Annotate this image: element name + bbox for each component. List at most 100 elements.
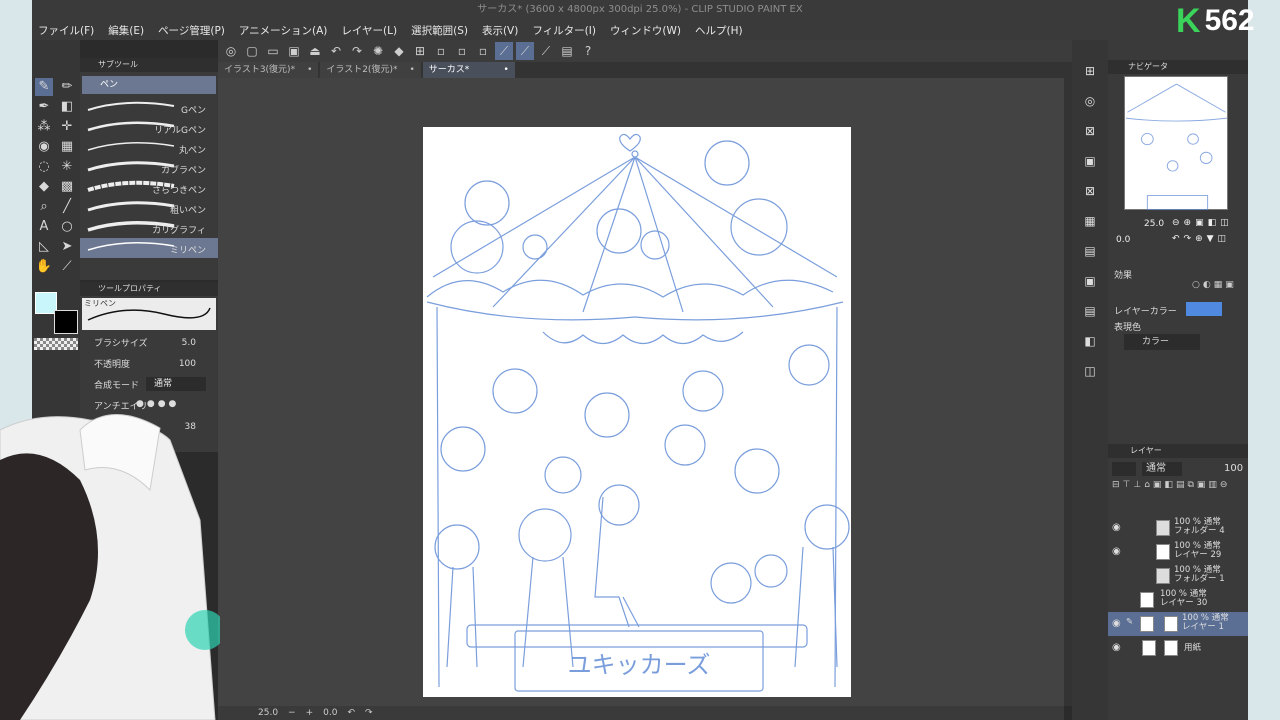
angle-value[interactable]: 0.0	[323, 708, 337, 718]
brush-rough-pen[interactable]: さらつきペン	[80, 178, 218, 198]
sub-color-swatch[interactable]	[54, 310, 78, 334]
eye-icon[interactable]: ◉	[1112, 618, 1121, 629]
tab-illust3[interactable]: イラスト3(復元)* •	[218, 62, 319, 78]
export-icon[interactable]: ⏏	[306, 42, 324, 60]
layer-tool-icons[interactable]: ⊟⊤⊥⌂▣◧▤⧉▣▥⊖	[1112, 480, 1230, 490]
zoom-tool-icon[interactable]: ⌕	[35, 198, 53, 216]
material-icon[interactable]: ▤	[1081, 242, 1099, 260]
operation-tool-icon[interactable]: ➤	[58, 238, 76, 256]
tab-illust2[interactable]: イラスト2(復元)* •	[320, 62, 421, 78]
color-slider-icon[interactable]: ◎	[1081, 92, 1099, 110]
subtool-group-pen[interactable]: ペン	[82, 76, 216, 94]
fill-icon[interactable]: ◆	[390, 42, 408, 60]
zoom-in-icon[interactable]: +	[306, 708, 314, 718]
redo-icon[interactable]: ↷	[348, 42, 366, 60]
close-icon[interactable]: •	[409, 62, 414, 78]
layer-row-selected[interactable]: ◉ ✎ 100 % 通常 レイヤー 1	[1108, 612, 1248, 636]
gradient-tool-icon[interactable]: ▩	[58, 178, 76, 196]
navigator-zoom-controls[interactable]: ⊖⊕▣◧◫	[1172, 218, 1233, 228]
hand-tool-icon[interactable]: ✋	[35, 258, 53, 276]
menu-selection[interactable]: 選択範囲(S)	[411, 23, 468, 38]
canvas-area[interactable]: ユキッカーズ	[218, 78, 1064, 706]
pencil-tool-icon[interactable]: ✏	[58, 78, 76, 96]
layer-row[interactable]: ◉ 100 % 通常 フォルダー 4	[1108, 516, 1248, 540]
snap-ruler-icon[interactable]: ⟋	[495, 42, 513, 60]
approximate-color-icon[interactable]: ⊠	[1081, 182, 1099, 200]
layer-opacity-value[interactable]: 100	[1224, 463, 1243, 474]
layer-row[interactable]: 100 % 通常 レイヤー 30	[1108, 588, 1248, 612]
pen-tool-icon[interactable]: ✎	[35, 78, 53, 96]
grid-tool-icon[interactable]: ▦	[58, 138, 76, 156]
decoration-tool-icon[interactable]: ⁂	[35, 118, 53, 136]
auto-select-icon[interactable]: ✳	[58, 158, 76, 176]
open-folder-icon[interactable]: ▭	[264, 42, 282, 60]
eye-icon[interactable]: ◉	[1112, 522, 1121, 533]
brush-size-row[interactable]: ブラシサイズ 5.0	[80, 332, 218, 353]
layer-lock-select[interactable]	[1112, 462, 1136, 476]
brush-coarse-pen[interactable]: 粗いペン	[80, 198, 218, 218]
menu-edit[interactable]: 編集(E)	[108, 23, 144, 38]
menu-page[interactable]: ページ管理(P)	[158, 23, 225, 38]
layer-search-icon[interactable]: ◫	[1081, 362, 1099, 380]
navigator-thumbnail[interactable]	[1124, 76, 1228, 211]
lasso-tool-icon[interactable]: ◌	[35, 158, 53, 176]
brush-milli-pen[interactable]: ミリペン	[80, 238, 218, 258]
frame-tool-icon[interactable]: ◺	[35, 238, 53, 256]
layer-blend-select[interactable]: 通常	[1142, 462, 1182, 476]
layer-row[interactable]: 100 % 通常 フォルダー 1	[1108, 564, 1248, 588]
auto-action-icon[interactable]: ◧	[1081, 332, 1099, 350]
menu-layer[interactable]: レイヤー(L)	[341, 23, 397, 38]
menu-view[interactable]: 表示(V)	[482, 23, 518, 38]
close-icon[interactable]: •	[307, 62, 312, 78]
menu-window[interactable]: ウィンドウ(W)	[610, 23, 681, 38]
brush-size-value[interactable]: 5.0	[182, 338, 196, 348]
color-set-icon[interactable]: ⊠	[1081, 122, 1099, 140]
menu-filter[interactable]: フィルター(I)	[532, 23, 596, 38]
loading-icon[interactable]: ✺	[369, 42, 387, 60]
layer-row[interactable]: ◉ 100 % 通常 レイヤー 29	[1108, 540, 1248, 564]
eyedropper-tool-icon[interactable]: ⟋	[58, 258, 76, 276]
opacity-row[interactable]: 不透明度 100	[80, 353, 218, 374]
help-icon[interactable]: ?	[579, 42, 597, 60]
tab-circus[interactable]: サーカス* •	[422, 62, 515, 78]
move-tool-icon[interactable]: ✛	[58, 118, 76, 136]
display-color-select[interactable]: カラー	[1124, 334, 1200, 350]
save-icon[interactable]: ▣	[285, 42, 303, 60]
snap-special-ruler-icon[interactable]: ⟋	[516, 42, 534, 60]
deselect-icon[interactable]: ▫	[432, 42, 450, 60]
menu-help[interactable]: ヘルプ(H)	[695, 23, 743, 38]
color-history-icon[interactable]: ▦	[1081, 212, 1099, 230]
eye-icon[interactable]: ◉	[1112, 642, 1121, 653]
menu-animation[interactable]: アニメーション(A)	[239, 23, 327, 38]
history-icon[interactable]: ▤	[1081, 302, 1099, 320]
intermediate-color-icon[interactable]: ▣	[1081, 152, 1099, 170]
navigator-zoom-value[interactable]: 25.0	[1144, 219, 1164, 229]
vertical-scrollbar[interactable]	[1064, 62, 1072, 706]
color-wheel-icon[interactable]: ⊞	[1081, 62, 1099, 80]
navigator-angle-value[interactable]: 0.0	[1116, 235, 1130, 245]
opacity-value[interactable]: 100	[179, 359, 196, 369]
brush-maru-pen[interactable]: 丸ペン	[80, 138, 218, 158]
clip-studio-icon[interactable]: ◎	[222, 42, 240, 60]
eye-icon[interactable]: ◉	[1112, 546, 1121, 557]
clear-icon[interactable]: ▫	[474, 42, 492, 60]
balloon-tool-icon[interactable]: ○	[58, 218, 76, 236]
effect-buttons[interactable]: ○◐▦▣	[1192, 280, 1237, 290]
menu-file[interactable]: ファイル(F)	[38, 23, 94, 38]
figure-tool-icon[interactable]: ╱	[58, 198, 76, 216]
canvas-paper[interactable]: ユキッカーズ	[423, 127, 851, 697]
undo-icon[interactable]: ↶	[327, 42, 345, 60]
blend-tool-icon[interactable]: ◉	[35, 138, 53, 156]
brush-real-gpen[interactable]: リアルGペン	[80, 118, 218, 138]
transparent-color-swatch[interactable]	[34, 338, 78, 350]
rotate-right-icon[interactable]: ↷	[365, 708, 373, 718]
zoom-out-icon[interactable]: −	[288, 708, 296, 718]
fill-tool-icon[interactable]: ◆	[35, 178, 53, 196]
navigator-zoom-row[interactable]: 25.0 ⊖⊕▣◧◫	[1108, 218, 1248, 232]
material-image-icon[interactable]: ▣	[1081, 272, 1099, 290]
close-icon[interactable]: •	[503, 62, 508, 78]
text-tool-icon[interactable]: A	[35, 218, 53, 236]
brush-calligraphy[interactable]: カリグラフィ	[80, 218, 218, 238]
brush-tool-icon[interactable]: ✒	[35, 98, 53, 116]
navigator-rotate-controls[interactable]: ↶↷⊕▼◫	[1172, 234, 1230, 244]
